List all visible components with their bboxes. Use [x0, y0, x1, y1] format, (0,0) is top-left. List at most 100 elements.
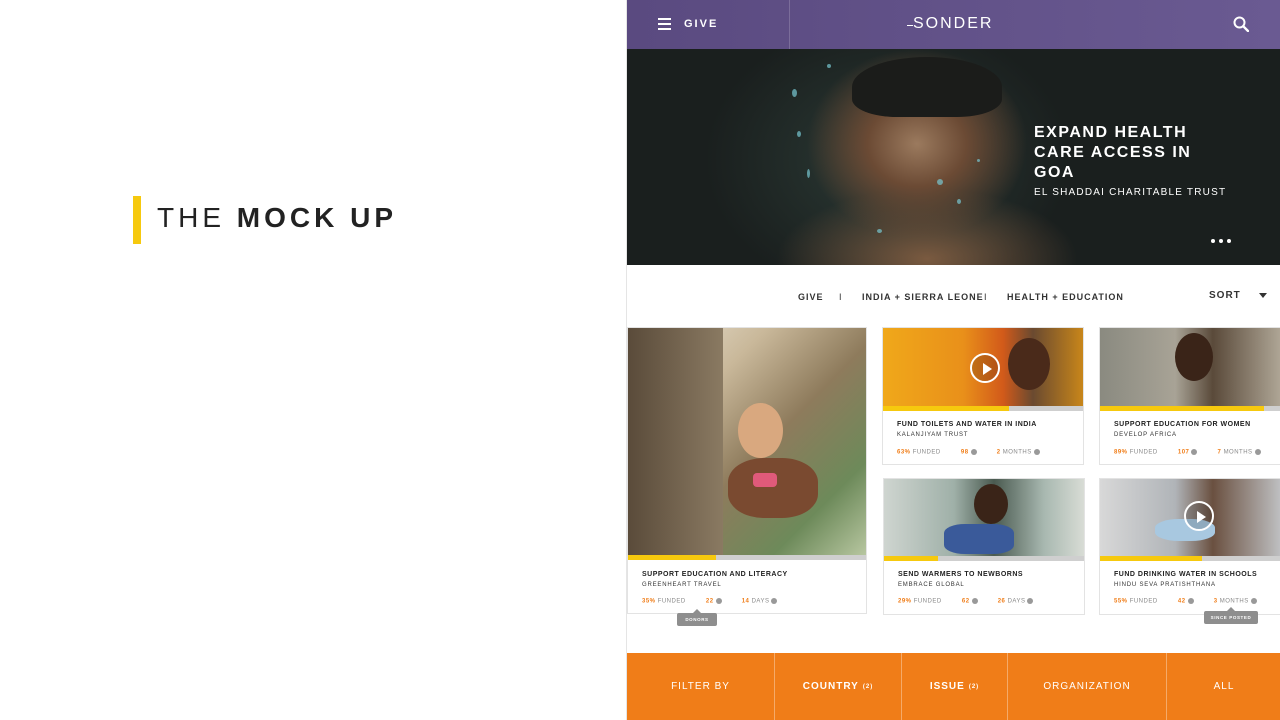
progress-fill — [884, 556, 938, 561]
carousel-dot[interactable] — [1227, 239, 1231, 243]
card-org: GREENHEART TRAVEL — [642, 582, 722, 588]
play-icon[interactable] — [970, 353, 1000, 383]
filter-all-label[interactable]: ALL — [1214, 681, 1235, 692]
card-org: EMBRACE GLOBAL — [898, 582, 965, 588]
progress-bar — [883, 406, 1083, 411]
time-label: MONTHS — [1223, 449, 1253, 456]
card-stats: 89% FUNDED 107 7 MONTHS — [1114, 449, 1261, 456]
time-label: DAYS — [1007, 598, 1026, 605]
donor-count: 98 — [960, 449, 969, 456]
project-photo — [628, 328, 866, 555]
slide-accent-bar — [133, 196, 141, 244]
search-icon[interactable] — [1233, 16, 1249, 32]
card-title[interactable]: SEND WARMERS TO NEWBORNS — [898, 571, 1023, 578]
play-icon[interactable] — [1184, 501, 1214, 531]
time-label: DAYS — [751, 598, 770, 605]
card-stats: 29% FUNDED 62 26 DAYS — [898, 598, 1034, 605]
card-title[interactable]: SUPPORT EDUCATION FOR WOMEN — [1114, 421, 1251, 428]
clock-icon — [1033, 449, 1040, 455]
funded-label: FUNDED — [1129, 449, 1158, 456]
hero-caption: EXPAND HEALTH CARE ACCESS IN GOA EL SHAD… — [1034, 123, 1226, 198]
app-header: GIVE SONDER — [627, 0, 1280, 49]
progress-fill — [1100, 406, 1264, 411]
brand-logo[interactable]: SONDER — [906, 15, 993, 33]
card-title[interactable]: FUND TOILETS AND WATER IN INDIA — [897, 421, 1037, 428]
filter-issue-count: (2) — [968, 683, 980, 690]
funded-value: 55% — [1114, 598, 1128, 605]
filter-countries[interactable]: INDIA + SIERRA LEONE — [862, 292, 984, 302]
progress-fill — [628, 555, 717, 560]
card-org: HINDU SEVA PRATISHTHANA — [1114, 582, 1216, 588]
funded-label: FUNDED — [913, 598, 942, 605]
slide-left-panel: THE MOCK UP — [0, 0, 626, 720]
hero-banner[interactable]: EXPAND HEALTH CARE ACCESS IN GOA EL SHAD… — [627, 49, 1280, 265]
project-card[interactable]: SUPPORT EDUCATION AND LITERACY GREENHEAR… — [627, 327, 867, 614]
filter-bar: FILTER BY COUNTRY (2) ISSUE (2) ORGANIZATI… — [627, 653, 1280, 720]
project-photo — [884, 479, 1084, 556]
progress-fill — [883, 406, 1009, 411]
clock-icon — [1250, 598, 1257, 604]
progress-bar — [628, 555, 866, 560]
project-card[interactable]: SEND WARMERS TO NEWBORNS EMBRACE GLOBAL … — [883, 478, 1085, 615]
filter-issue-label[interactable]: ISSUE — [930, 681, 965, 692]
since-posted-tooltip: SINCE POSTED — [1204, 607, 1258, 624]
filter-country-button[interactable]: COUNTRY (2) — [775, 653, 902, 720]
funded-label: FUNDED — [912, 449, 941, 456]
donor-count: 42 — [1177, 598, 1186, 605]
slide-title-light: THE — [157, 202, 225, 233]
slide-title-bold: MOCK UP — [236, 202, 398, 233]
card-org: KALANJIYAM TRUST — [897, 432, 969, 438]
card-org: DEVELOP AFRICA — [1114, 432, 1177, 438]
filter-organization-label[interactable]: ORGANIZATION — [1043, 681, 1130, 692]
filter-issues[interactable]: HEALTH + EDUCATION — [1007, 292, 1124, 302]
hero-title[interactable]: EXPAND HEALTH CARE ACCESS IN GOA — [1034, 123, 1214, 183]
carousel-dot[interactable] — [1219, 239, 1223, 243]
filter-by-label: FILTER BY — [627, 653, 775, 720]
card-title[interactable]: SUPPORT EDUCATION AND LITERACY — [642, 571, 788, 578]
carousel-dots[interactable] — [1211, 239, 1231, 243]
chevron-down-icon[interactable] — [1259, 293, 1267, 298]
filter-all-button[interactable]: ALL — [1167, 653, 1280, 720]
filter-country-label[interactable]: COUNTRY — [803, 681, 859, 692]
progress-bar — [1100, 406, 1280, 411]
filter-country-count: (2) — [862, 683, 874, 690]
progress-bar — [884, 556, 1084, 561]
time-label: MONTHS — [1002, 449, 1032, 456]
donors-icon — [715, 598, 722, 604]
nav-give-label[interactable]: GIVE — [684, 18, 718, 30]
filter-separator: I — [984, 292, 987, 302]
hero-photo — [852, 57, 1002, 117]
hero-org: EL SHADDAI CHARITABLE TRUST — [1034, 187, 1227, 198]
time-value: 26 — [997, 598, 1006, 605]
sort-button[interactable]: SORT — [1209, 290, 1241, 301]
time-value: 14 — [741, 598, 750, 605]
card-stats: 63% FUNDED 98 2 MONTHS — [897, 449, 1040, 456]
menu-button[interactable]: GIVE — [627, 0, 790, 49]
time-value: 2 — [996, 449, 1001, 456]
funded-label: FUNDED — [1129, 598, 1158, 605]
progress-fill — [1100, 556, 1202, 561]
funded-label: FUNDED — [657, 598, 686, 605]
funded-value: 35% — [642, 598, 656, 605]
project-card[interactable]: FUND DRINKING WATER IN SCHOOLS HINDU SEV… — [1099, 478, 1280, 615]
filter-breadcrumb-row: GIVE I INDIA + SIERRA LEONE I HEALTH + E… — [627, 265, 1280, 327]
clock-icon — [1254, 449, 1261, 455]
filter-give[interactable]: GIVE — [798, 292, 824, 302]
donor-count: 107 — [1177, 449, 1190, 456]
card-title[interactable]: FUND DRINKING WATER IN SCHOOLS — [1114, 571, 1257, 578]
project-card[interactable]: SUPPORT EDUCATION FOR WOMEN DEVELOP AFRI… — [1099, 327, 1280, 465]
project-photo — [1100, 328, 1280, 406]
project-card[interactable]: FUND TOILETS AND WATER IN INDIA KALANJIY… — [882, 327, 1084, 465]
slide-title: THE MOCK UP — [157, 202, 397, 234]
filter-organization-button[interactable]: ORGANIZATION — [1008, 653, 1167, 720]
donors-icon — [1187, 598, 1194, 604]
carousel-dot[interactable] — [1211, 239, 1215, 243]
clock-icon — [771, 598, 778, 604]
funded-value: 89% — [1114, 449, 1128, 456]
filter-by-text: FILTER BY — [671, 681, 730, 692]
funded-value: 29% — [898, 598, 912, 605]
hamburger-icon[interactable] — [658, 18, 671, 30]
filter-issue-button[interactable]: ISSUE (2) — [902, 653, 1008, 720]
clock-icon — [1027, 598, 1034, 604]
filter-separator: I — [839, 292, 842, 302]
